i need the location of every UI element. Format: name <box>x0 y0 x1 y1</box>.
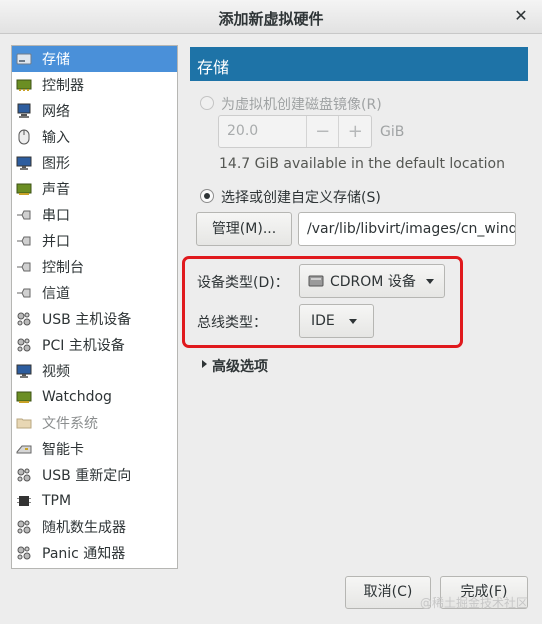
sidebar-item-label: 智能卡 <box>42 442 84 458</box>
sidebar-item-label: USB 重新定向 <box>42 468 132 484</box>
annotation-highlight-box <box>182 256 463 348</box>
storage-path-input[interactable]: /var/lib/libvirt/images/cn_windo <box>298 212 516 246</box>
usb-device-icon <box>15 310 33 328</box>
title-bar: 添加新虚拟硬件 ✕ <box>0 0 542 34</box>
cancel-button[interactable]: 取消(C) <box>345 576 431 609</box>
sidebar-item-sound[interactable]: 声音 <box>12 176 177 202</box>
sidebar-item-label: 输入 <box>42 130 70 146</box>
controller-icon <box>15 76 33 94</box>
sidebar-item-label: 声音 <box>42 182 70 198</box>
sidebar-item-label: USB 主机设备 <box>42 312 132 328</box>
advanced-options-expander[interactable]: 高级选项 <box>212 356 268 376</box>
storage-icon <box>15 50 33 68</box>
watchdog-icon <box>15 388 33 406</box>
panic-notifier-icon <box>15 544 33 562</box>
sidebar-item-input[interactable]: 输入 <box>12 124 177 150</box>
decrement-button[interactable]: − <box>305 116 339 147</box>
channel-plug-icon <box>15 284 33 302</box>
sidebar-item-label: 并口 <box>42 234 70 250</box>
sidebar-item-usb-redirect[interactable]: USB 重新定向 <box>12 462 177 488</box>
hardware-type-list[interactable]: 存储 控制器 网络 输入 图形 声音 串口 并口 控制台 信道 USB 主机设备… <box>11 45 178 569</box>
sidebar-item-label: TPM <box>42 493 72 509</box>
manage-button[interactable]: 管理(M)... <box>196 212 292 246</box>
sidebar-item-filesystem[interactable]: 文件系统 <box>12 410 177 436</box>
increment-button[interactable]: + <box>338 116 371 147</box>
window-title: 添加新虚拟硬件 <box>218 10 324 28</box>
sidebar-item-label: 视频 <box>42 364 70 380</box>
sidebar-item-label: 网络 <box>42 104 70 120</box>
sidebar-item-storage[interactable]: 存储 <box>12 46 177 72</box>
sidebar-item-tpm[interactable]: TPM <box>12 488 177 514</box>
create-image-radio[interactable] <box>200 96 214 110</box>
sidebar-item-panic[interactable]: Panic 通知器 <box>12 540 177 566</box>
watermark-text: @稀土掘金技术社区 <box>419 596 528 610</box>
parallel-plug-icon <box>15 232 33 250</box>
close-icon[interactable]: ✕ <box>512 7 530 25</box>
custom-storage-label: 选择或创建自定义存储(S) <box>221 190 381 206</box>
disk-size-value[interactable]: 20.0 <box>219 116 306 147</box>
sidebar-item-label: 随机数生成器 <box>42 520 126 536</box>
rng-icon <box>15 518 33 536</box>
sidebar-item-serial[interactable]: 串口 <box>12 202 177 228</box>
folder-icon <box>15 414 33 432</box>
sidebar-item-label: PCI 主机设备 <box>42 338 125 354</box>
sidebar-item-label: 图形 <box>42 156 70 172</box>
usb-redirect-icon <box>15 466 33 484</box>
sidebar-item-parallel[interactable]: 并口 <box>12 228 177 254</box>
console-plug-icon <box>15 258 33 276</box>
serial-plug-icon <box>15 206 33 224</box>
sidebar-item-graphics[interactable]: 图形 <box>12 150 177 176</box>
sidebar-item-network[interactable]: 网络 <box>12 98 177 124</box>
sidebar-item-label: 控制器 <box>42 78 84 94</box>
custom-storage-radio[interactable] <box>200 189 214 203</box>
sidebar-item-label: 存储 <box>42 52 70 68</box>
mouse-icon <box>15 128 33 146</box>
sidebar-item-watchdog[interactable]: Watchdog <box>12 384 177 410</box>
section-title: 存储 <box>197 58 230 77</box>
pci-device-icon <box>15 336 33 354</box>
sidebar-item-label: 串口 <box>42 208 70 224</box>
sound-card-icon <box>15 180 33 198</box>
tpm-icon <box>15 492 33 510</box>
sidebar-item-label: Watchdog <box>42 389 112 405</box>
sidebar-item-label: 控制台 <box>42 260 84 276</box>
sidebar-item-video[interactable]: 视频 <box>12 358 177 384</box>
smartcard-icon <box>15 440 33 458</box>
sidebar-item-rng[interactable]: 随机数生成器 <box>12 514 177 540</box>
sidebar-item-channel[interactable]: 信道 <box>12 280 177 306</box>
available-space-text: 14.7 GiB available in the default locati… <box>219 156 505 172</box>
video-icon <box>15 362 33 380</box>
section-header: 存储 <box>190 47 528 81</box>
sidebar-item-label: 文件系统 <box>42 416 98 432</box>
disk-size-spinner[interactable]: 20.0 − + <box>218 115 372 148</box>
create-image-label: 为虚拟机创建磁盘镜像(R) <box>221 97 382 113</box>
sidebar-item-console[interactable]: 控制台 <box>12 254 177 280</box>
sidebar-item-label: Panic 通知器 <box>42 546 126 562</box>
sidebar-item-smartcard[interactable]: 智能卡 <box>12 436 177 462</box>
display-icon <box>15 154 33 172</box>
sidebar-item-label: 信道 <box>42 286 70 302</box>
sidebar-item-controller[interactable]: 控制器 <box>12 72 177 98</box>
sidebar-item-pci-host[interactable]: PCI 主机设备 <box>12 332 177 358</box>
size-unit: GiB <box>380 124 405 140</box>
network-icon <box>15 102 33 120</box>
expander-arrow-icon[interactable] <box>202 360 207 368</box>
sidebar-item-usb-host[interactable]: USB 主机设备 <box>12 306 177 332</box>
